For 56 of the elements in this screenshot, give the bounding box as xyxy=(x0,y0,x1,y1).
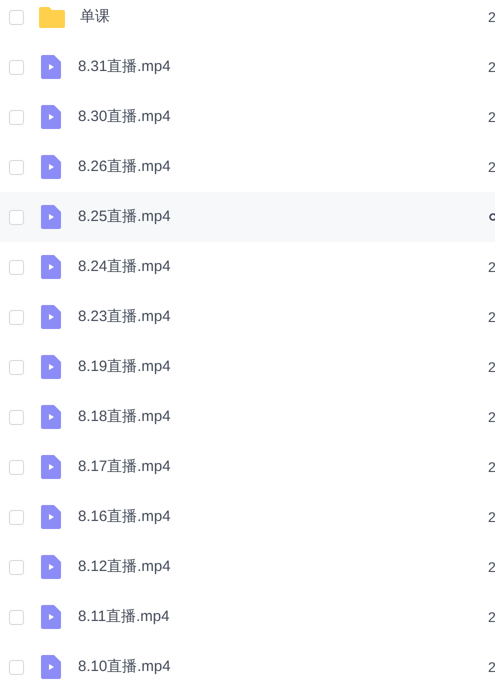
table-cell-text: 2 xyxy=(488,608,495,626)
video-file-icon xyxy=(41,655,61,679)
checkbox[interactable] xyxy=(9,110,24,124)
table-cell-text: 2 xyxy=(488,158,495,176)
table-cell-text: 2 xyxy=(488,308,495,326)
video-file-icon xyxy=(41,555,61,579)
table-cell-text: 2 xyxy=(488,458,495,476)
checkbox[interactable] xyxy=(9,460,24,474)
video-file-icon xyxy=(41,405,61,429)
checkbox[interactable] xyxy=(9,60,24,74)
checkbox[interactable] xyxy=(9,610,24,624)
video-file-icon xyxy=(41,155,61,179)
checkbox[interactable] xyxy=(9,310,24,324)
checkbox[interactable] xyxy=(9,10,24,24)
video-file-icon xyxy=(41,605,61,629)
file-name[interactable]: 8.11直播.mp4 xyxy=(78,606,170,628)
checkbox[interactable] xyxy=(9,660,24,674)
file-name[interactable]: 8.23直播.mp4 xyxy=(78,306,171,328)
video-file-icon xyxy=(41,505,61,529)
video-file-icon xyxy=(41,355,61,379)
file-name[interactable]: 8.19直播.mp4 xyxy=(78,356,171,378)
folder-icon xyxy=(39,6,65,28)
file-name[interactable]: 8.30直播.mp4 xyxy=(78,106,171,128)
file-name[interactable]: 8.31直播.mp4 xyxy=(78,56,171,78)
file-name[interactable]: 8.16直播.mp4 xyxy=(78,506,171,528)
table-cell-text: 2 xyxy=(488,658,495,676)
checkbox[interactable] xyxy=(9,410,24,424)
checkbox[interactable] xyxy=(9,510,24,524)
video-file-icon xyxy=(41,55,61,79)
table-cell-text: 2 xyxy=(488,108,495,126)
video-file-icon xyxy=(41,305,61,329)
file-name[interactable]: 8.17直播.mp4 xyxy=(78,456,171,478)
video-file-icon xyxy=(41,455,61,479)
table-cell-text: 2 xyxy=(488,558,495,576)
file-row[interactable]: 8.25直播.mp4 xyxy=(0,192,495,242)
table-cell-text: 2 xyxy=(488,258,495,276)
table-cell-text: 2 xyxy=(488,58,495,76)
table-cell-text: 2 xyxy=(488,408,495,426)
file-name[interactable]: 8.18直播.mp4 xyxy=(78,406,171,428)
file-name[interactable]: 8.26直播.mp4 xyxy=(78,156,171,178)
table-cell-text: 2 xyxy=(488,8,495,26)
file-name[interactable]: 8.12直播.mp4 xyxy=(78,556,171,578)
checkbox[interactable] xyxy=(9,160,24,174)
file-name[interactable]: 8.10直播.mp4 xyxy=(78,656,171,678)
table-cell-text: 2 xyxy=(488,508,495,526)
video-file-icon xyxy=(41,255,61,279)
video-file-icon xyxy=(41,105,61,129)
file-name[interactable]: 单课 xyxy=(80,6,110,28)
table-cell-text: 2 xyxy=(488,358,495,376)
video-file-icon xyxy=(41,205,61,229)
file-name[interactable]: 8.24直播.mp4 xyxy=(78,256,171,278)
checkbox[interactable] xyxy=(9,560,24,574)
file-name[interactable]: 8.25直播.mp4 xyxy=(78,206,171,228)
checkbox[interactable] xyxy=(9,210,24,224)
checkbox[interactable] xyxy=(9,260,24,274)
checkbox[interactable] xyxy=(9,360,24,374)
